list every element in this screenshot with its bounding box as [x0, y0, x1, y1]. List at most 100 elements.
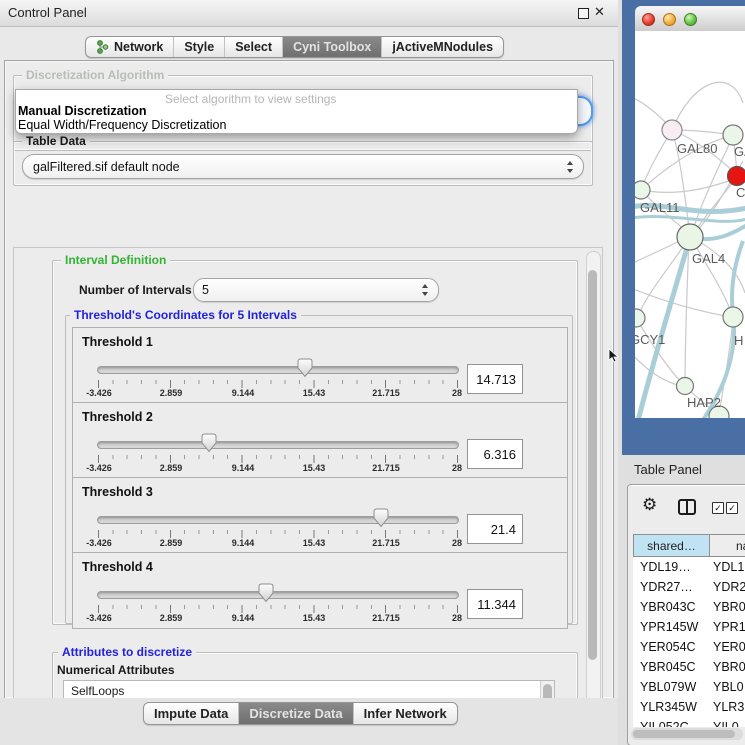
group-title: Threshold's Coordinates for 5 Intervals	[70, 308, 301, 322]
tick-label: 28	[452, 463, 462, 473]
network-node[interactable]	[677, 378, 694, 395]
tick-label: -3.426	[86, 613, 112, 623]
right-column: GAL80 GA C GAL11 GAL4 GCY1 H HAP2 Table …	[618, 0, 745, 745]
network-node[interactable]	[662, 120, 682, 140]
tick-label: 2.859	[160, 613, 183, 623]
float-window-icon[interactable]	[578, 8, 589, 19]
tab-network[interactable]: Network	[86, 37, 174, 57]
zoom-traffic-light-icon[interactable]	[684, 13, 697, 26]
threshold-row: Threshold 4 -3.426 2.859 9.144 15.43 21.…	[72, 552, 568, 629]
list-item[interactable]: SelfLoops	[71, 684, 124, 699]
number-of-intervals-label: Number of Intervals	[79, 283, 192, 297]
cell-shared-name: YER054C	[640, 637, 696, 657]
table-row[interactable]: YPR145WYPR1	[633, 617, 745, 637]
tab-impute-data[interactable]: Impute Data	[144, 703, 239, 724]
threshold-value-field[interactable]: 6.316	[467, 439, 523, 469]
cell-name: YPR1	[713, 617, 745, 637]
cell-name: YDR2	[713, 577, 745, 597]
table-row[interactable]: YBL079W YBL0	[633, 677, 745, 697]
cell-name: YBR0	[713, 597, 745, 617]
cell-name: YBL0	[713, 677, 744, 697]
cell-name: YIL0	[713, 717, 739, 727]
gear-icon[interactable]: ⚙	[642, 496, 657, 513]
tab-cyni-toolbox[interactable]: Cyni Toolbox	[283, 37, 382, 57]
network-window-titlebar[interactable]	[635, 6, 745, 32]
tab-select[interactable]: Select	[225, 37, 283, 57]
cell-shared-name: YBL079W	[640, 677, 696, 697]
table-row[interactable]: YER054CYER0	[633, 637, 745, 657]
tick-label: 2.859	[160, 538, 183, 548]
scrollbar-thumb[interactable]	[633, 730, 735, 738]
table-body[interactable]: YDL19…YDL1 YDR27…YDR2 YBR043CYBR0 YPR145…	[633, 557, 745, 727]
column-header-shared-name[interactable]: shared…	[633, 534, 710, 557]
mouse-cursor	[608, 348, 620, 364]
node-label: HAP2	[687, 395, 721, 410]
table-data-group: Table Data galFiltered.sif default node	[13, 141, 593, 186]
table-row[interactable]: YBR043CYBR0	[633, 597, 745, 617]
tick-label: 21.715	[372, 538, 400, 548]
slider-thumb[interactable]	[296, 358, 314, 378]
threshold-value-field[interactable]: 11.344	[467, 589, 523, 619]
tick-label: 21.715	[372, 463, 400, 473]
vertical-scrollbar[interactable]	[586, 251, 601, 726]
slider-thumb[interactable]	[200, 433, 218, 453]
scrollbar-thumb[interactable]	[588, 270, 597, 660]
threshold-value-field[interactable]: 21.4	[467, 514, 523, 544]
slider-track[interactable]	[97, 441, 459, 449]
tick-label: 28	[452, 613, 462, 623]
tab-label: Impute Data	[154, 706, 228, 721]
table-row[interactable]: YBR045CYBR0	[633, 657, 745, 677]
slider-track[interactable]	[97, 591, 459, 599]
table-row[interactable]: YDR27…YDR2	[633, 577, 745, 597]
table-data-combobox[interactable]: galFiltered.sif default node	[22, 154, 584, 179]
network-node-selected[interactable]	[728, 167, 745, 186]
slider-thumb[interactable]	[257, 583, 275, 603]
network-node[interactable]	[635, 181, 650, 199]
network-node[interactable]	[723, 125, 743, 145]
slider-track[interactable]	[97, 366, 459, 374]
horizontal-scrollbar[interactable]	[631, 728, 743, 740]
slider-ticks	[98, 455, 459, 463]
table-row[interactable]: YLR345WYLR3	[633, 697, 745, 717]
network-node[interactable]	[677, 224, 703, 250]
number-of-intervals-combobox[interactable]: 5	[193, 278, 439, 302]
column-header-name[interactable]: name	[710, 534, 745, 557]
threshold-row: Threshold 2 -3.426 2.859 9.144 15.43 21.…	[72, 402, 568, 479]
slider-ticks	[98, 530, 459, 538]
cell-shared-name: YDL19…	[640, 557, 691, 577]
dropdown-option-equal-width[interactable]: Equal Width/Frequency Discretization	[18, 118, 226, 132]
tab-label: Discretize Data	[249, 706, 342, 721]
table-row[interactable]: YDL19…YDL1	[633, 557, 745, 577]
tick-label: 2.859	[160, 463, 183, 473]
network-node[interactable]	[635, 309, 645, 327]
settings-scroll-area: Interval Definition Number of Intervals …	[13, 247, 603, 730]
close-traffic-light-icon[interactable]	[642, 13, 655, 26]
threshold-value-field[interactable]: 14.713	[467, 364, 523, 394]
tab-discretize-data[interactable]: Discretize Data	[239, 703, 353, 724]
tick-label: 15.43	[303, 463, 326, 473]
network-canvas[interactable]: GAL80 GA C GAL11 GAL4 GCY1 H HAP2	[635, 31, 745, 418]
checkbox-icon[interactable]: ✓	[726, 502, 738, 514]
split-columns-icon[interactable]	[678, 499, 696, 515]
panel-title: Control Panel	[8, 0, 87, 26]
dropdown-placeholder[interactable]: Select algorithm to view settings	[165, 92, 336, 106]
tick-label: 9.144	[232, 463, 255, 473]
slider-thumb[interactable]	[372, 508, 390, 528]
tab-style[interactable]: Style	[174, 37, 225, 57]
slider-track[interactable]	[97, 516, 459, 524]
checkbox-icon[interactable]: ✓	[712, 502, 724, 514]
minimize-traffic-light-icon[interactable]	[663, 13, 676, 26]
tick-label: 9.144	[232, 538, 255, 548]
network-node[interactable]	[723, 307, 743, 327]
dropdown-option-manual[interactable]: Manual Discretization	[18, 104, 147, 118]
tab-label: Cyni Toolbox	[293, 40, 371, 54]
table-row[interactable]: YIL052CYIL0	[633, 717, 745, 727]
tick-label: 9.144	[232, 613, 255, 623]
combobox-value: galFiltered.sif default node	[33, 155, 180, 178]
tab-jactivemnodules[interactable]: jActiveMNodules	[382, 37, 503, 57]
tab-infer-network[interactable]: Infer Network	[354, 703, 457, 724]
tab-label: Select	[235, 40, 272, 54]
threshold-row: Threshold 3 -3.426 2.859 9.144 15.43 21.…	[72, 477, 568, 554]
close-icon[interactable]: ✕	[594, 4, 605, 20]
slider-ticks	[98, 605, 459, 613]
